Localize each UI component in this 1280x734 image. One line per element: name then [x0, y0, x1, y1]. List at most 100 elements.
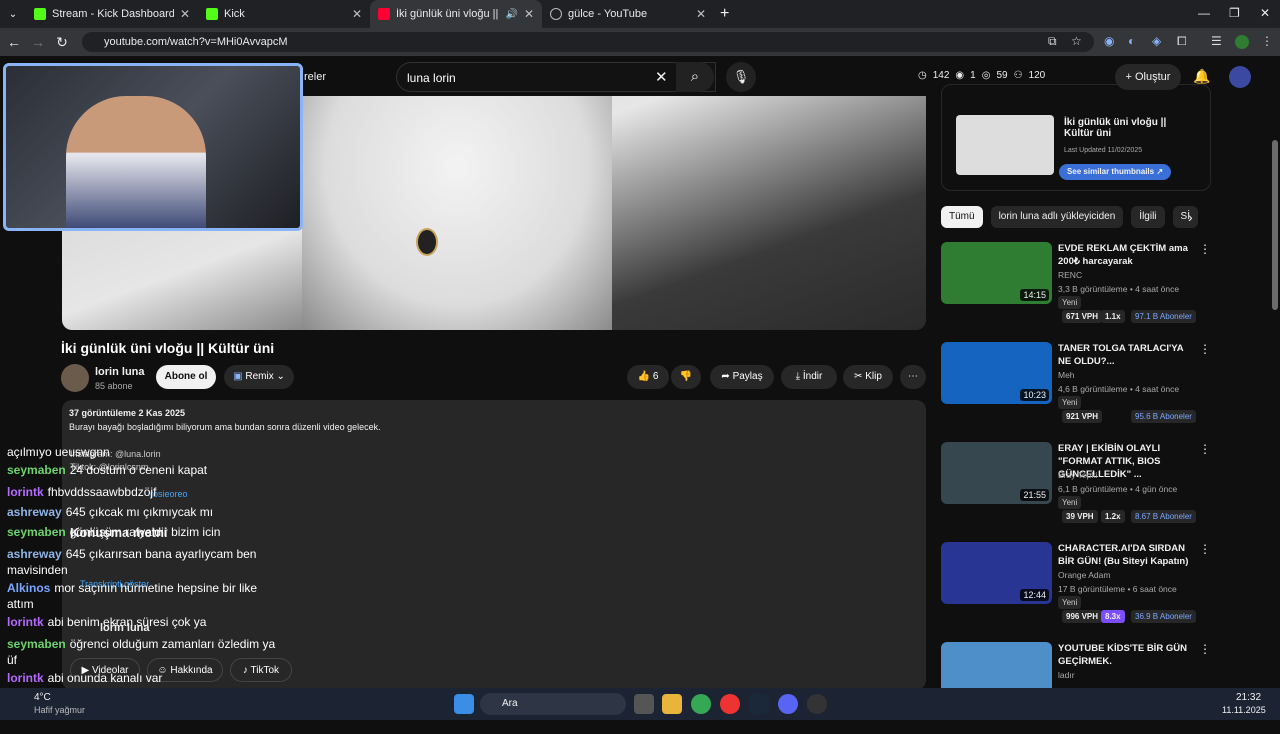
kebab-menu-icon[interactable]: ⋮ — [1199, 342, 1211, 356]
kebab-menu-icon[interactable]: ⋮ — [1199, 442, 1211, 456]
weather-desc: Hafif yağmur — [34, 705, 86, 715]
download-button[interactable]: ⤓ İndir — [781, 365, 837, 389]
tab-kick-dashboard[interactable]: Stream - Kick Dashboard ✕ — [26, 0, 198, 28]
windows-start-icon[interactable] — [454, 694, 474, 714]
chat-username[interactable]: lorintk — [7, 615, 44, 629]
card-channel[interactable]: ladır — [1058, 670, 1075, 680]
chip-all[interactable]: Tümü — [941, 206, 983, 228]
url-field[interactable]: youtube.com/watch?v=MHi0AvvapcM — [82, 32, 1094, 52]
card-title[interactable]: EVDE REKLAM ÇEKTİM ama 200₺ harcayarak — [1058, 242, 1198, 268]
kebab-menu-icon[interactable]: ⋮ — [1199, 642, 1211, 656]
chevron-right-icon[interactable]: › — [1188, 209, 1193, 225]
chat-username[interactable]: lorintk — [7, 485, 44, 499]
clear-search-icon[interactable]: ✕ — [655, 68, 668, 86]
recommendation-card[interactable]: 14:15 EVDE REKLAM ÇEKTİM ama 200₺ harcaya… — [941, 242, 1211, 334]
remix-button[interactable]: ▣ Remix ⌄ — [224, 365, 294, 389]
minimize-icon[interactable]: — — [1198, 6, 1210, 20]
card-title[interactable]: TANER TOLGA TARLACI'YA NE OLDU?... — [1058, 342, 1198, 368]
discord-icon[interactable] — [778, 694, 798, 714]
kebab-menu-icon[interactable]: ⋮ — [1199, 242, 1211, 256]
taskview-icon[interactable] — [634, 694, 654, 714]
more-options-button[interactable]: ⋯ — [900, 365, 926, 389]
chip-uploader[interactable]: lorin luna adlı yükleyiciden — [990, 206, 1124, 228]
reading-list-icon[interactable]: ☰ — [1211, 34, 1222, 48]
close-window-icon[interactable]: ✕ — [1260, 6, 1270, 20]
chat-username[interactable]: seymaben — [7, 525, 66, 539]
share-button[interactable]: ➦ Paylaş — [710, 365, 774, 389]
search-input[interactable]: luna lorin — [396, 62, 716, 92]
mic-icon[interactable]: 🎙 — [726, 62, 756, 92]
video-thumbnail[interactable]: 10:23 — [941, 342, 1052, 404]
channel-name[interactable]: lorin luna — [95, 366, 145, 378]
tab-gulce-youtube[interactable]: gülce - YouTube ✕ — [542, 0, 714, 28]
recommendation-card[interactable]: 10:23 TANER TOLGA TARLACI'YA NE OLDU?... ⋮… — [941, 342, 1211, 434]
see-similar-button[interactable]: See similar thumbnails ↗ — [1059, 164, 1171, 180]
card-channel[interactable]: RENC — [1058, 270, 1082, 280]
video-thumbnail[interactable]: 21:55 — [941, 442, 1052, 504]
chip-related[interactable]: İlgili — [1131, 206, 1165, 228]
clip-button[interactable]: ✂ Klip — [843, 365, 893, 389]
forward-icon[interactable]: → — [26, 34, 50, 50]
card-title[interactable]: CHARACTER.AI'DA SIRDAN BİR GÜN! (Bu Site… — [1058, 542, 1198, 568]
chrome-icon[interactable] — [691, 694, 711, 714]
avatar[interactable] — [1229, 66, 1251, 88]
clock-time[interactable]: 21:32 — [1236, 692, 1261, 703]
subscribe-button[interactable]: Abone ol — [156, 365, 216, 389]
obs-icon[interactable] — [807, 694, 827, 714]
like-button[interactable]: 👍 6 — [627, 365, 669, 389]
extension-icon[interactable]: ◈ — [1152, 34, 1161, 48]
kebab-menu-icon[interactable]: ⋮ — [1199, 542, 1211, 556]
card-channel[interactable]: Eray Tepki — [1058, 470, 1098, 480]
search-button[interactable]: ⌕ — [676, 62, 714, 92]
taskbar-search[interactable]: Ara — [480, 693, 626, 715]
vph-badge: 921 VPH — [1062, 410, 1103, 423]
speaker-icon[interactable]: 🔊 — [505, 9, 517, 20]
media-icon[interactable] — [720, 694, 740, 714]
profile-avatar[interactable] — [1235, 35, 1249, 49]
chat-username[interactable]: seymaben — [7, 463, 66, 477]
search-icon: ⌕ — [690, 68, 700, 85]
close-icon[interactable]: ✕ — [180, 7, 190, 21]
steam-icon[interactable] — [749, 694, 769, 714]
bookmark-star-icon[interactable]: ☆ — [1071, 34, 1082, 48]
card-channel[interactable]: Orange Adam — [1058, 570, 1110, 580]
scrollbar[interactable] — [1272, 140, 1278, 310]
extension-icon[interactable]: ◉ — [1104, 34, 1114, 48]
channel-avatar[interactable] — [61, 364, 89, 392]
video-thumbnail[interactable]: 14:15 — [941, 242, 1052, 304]
new-tab-button[interactable]: + — [720, 5, 729, 23]
back-icon[interactable]: ← — [2, 34, 26, 50]
duration-badge: 10:23 — [1020, 389, 1049, 401]
tab-menu-icon[interactable]: ⌄ — [0, 9, 26, 20]
close-icon[interactable]: ✕ — [696, 7, 706, 21]
maximize-icon[interactable]: ❐ — [1229, 6, 1240, 20]
recommendation-card[interactable]: 21:55 ERAY | EKİBİN OLAYLI "FORMAT ATTIK,… — [941, 442, 1211, 534]
video-thumbnail[interactable]: 12:44 — [941, 542, 1052, 604]
nav-fragment[interactable]: reler — [304, 71, 326, 83]
weather-temp[interactable]: 4°C — [34, 692, 51, 703]
kebab-menu-icon[interactable]: ⋮ — [1261, 34, 1273, 48]
chat-username[interactable]: lorintk — [7, 671, 44, 685]
card-channel[interactable]: Meh — [1058, 370, 1075, 380]
chat-username[interactable]: Alkinos — [7, 581, 50, 595]
chip-more[interactable]: Sİ — [1172, 206, 1198, 228]
eye-icon: ◉ — [955, 70, 965, 81]
clock-date[interactable]: 11.11.2025 — [1222, 705, 1266, 715]
bell-icon[interactable]: 🔔 — [1193, 68, 1210, 85]
file-explorer-icon[interactable] — [662, 694, 682, 714]
chat-username[interactable]: seymaben — [7, 637, 66, 651]
install-icon[interactable]: ⧉ — [1048, 34, 1057, 49]
tab-kick[interactable]: Kick ✕ — [198, 0, 370, 28]
close-icon[interactable]: ✕ — [352, 7, 362, 21]
chat-username[interactable]: ashreway — [7, 547, 62, 561]
extension-icon[interactable]: ◐ — [1128, 34, 1135, 48]
card-title[interactable]: YOUTUBE KİDS'TE BİR GÜN GEÇİRMEK. — [1058, 642, 1198, 668]
dislike-button[interactable]: 👎 — [671, 365, 701, 389]
puzzle-icon[interactable]: ⧠ — [1177, 34, 1187, 49]
chat-username[interactable]: ashreway — [7, 505, 62, 519]
close-icon[interactable]: ✕ — [524, 7, 534, 21]
recommendation-card[interactable]: 12:44 CHARACTER.AI'DA SIRDAN BİR GÜN! (Bu… — [941, 542, 1211, 634]
tab-video[interactable]: İki günlük üni vloğu || Kültür🔊✕ — [370, 0, 542, 28]
chat-message: ashreway 645 çıkcak mı çıkmıycak mı — [7, 504, 277, 520]
reload-icon[interactable]: ↻ — [50, 34, 74, 51]
